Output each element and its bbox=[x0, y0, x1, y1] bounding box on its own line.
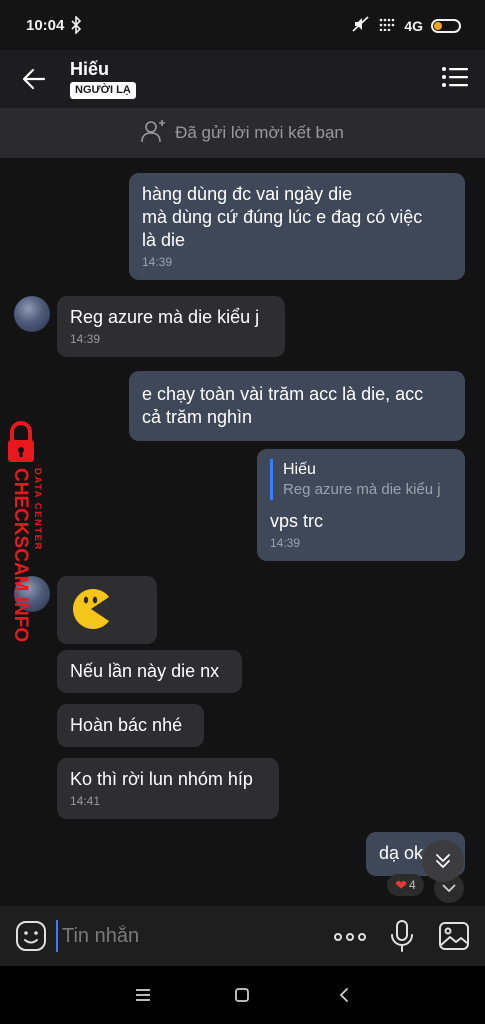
sticker-button[interactable] bbox=[14, 919, 48, 953]
message-incoming[interactable]: Ko thì rời lun nhóm híp 14:41 bbox=[57, 758, 279, 819]
reaction-count[interactable]: ❤ 4 bbox=[387, 874, 424, 896]
menu-button[interactable] bbox=[441, 66, 469, 92]
message-text: vps trc bbox=[270, 511, 324, 531]
arrow-left-icon bbox=[22, 68, 46, 90]
voice-record-button[interactable] bbox=[388, 919, 416, 953]
system-back-button[interactable] bbox=[332, 984, 356, 1006]
contact-name[interactable]: Hiếu bbox=[70, 59, 109, 80]
more-options-button[interactable] bbox=[331, 922, 369, 952]
message-text: Ko thì rời lun nhóm híp bbox=[70, 769, 253, 789]
message-text: Reg azure mà die kiểu j bbox=[70, 307, 260, 327]
message-outgoing-reply[interactable]: Hiếu Reg azure mà die kiểu j vps trc 14:… bbox=[257, 449, 465, 561]
message-text: Hoàn bác nhé bbox=[70, 715, 183, 735]
message-text: dạ ok bbox=[379, 843, 424, 863]
message-time: 14:39 bbox=[270, 536, 301, 550]
message-incoming[interactable]: Hoàn bác nhé bbox=[57, 704, 204, 747]
chevron-down-icon bbox=[442, 884, 456, 893]
image-icon bbox=[439, 922, 469, 950]
message-outgoing[interactable]: e chạy toàn vài trăm acc là die, acc cả … bbox=[129, 371, 465, 441]
message-text: hàng dùng đc vai ngày die mà dùng cứ đún… bbox=[142, 184, 423, 250]
message-time: 14:39 bbox=[70, 332, 101, 346]
add-friend-icon bbox=[141, 119, 167, 148]
pacman-sticker-icon bbox=[73, 589, 109, 629]
image-picker-button[interactable] bbox=[437, 920, 471, 952]
network-label: 4G bbox=[404, 18, 423, 34]
message-incoming[interactable]: Reg azure mà die kiểu j 14:39 bbox=[57, 296, 285, 357]
message-text: e chạy toàn vài trăm acc là die, acc cả … bbox=[142, 384, 424, 427]
chevron-left-icon bbox=[339, 988, 348, 1002]
message-sticker[interactable] bbox=[57, 576, 157, 644]
quoted-message[interactable]: Hiếu Reg azure mà die kiểu j bbox=[270, 459, 452, 500]
scroll-to-bottom-button[interactable] bbox=[422, 840, 464, 882]
quoted-text: Reg azure mà die kiểu j bbox=[283, 481, 441, 498]
message-time: 14:39 bbox=[142, 255, 173, 269]
friend-request-status: Đã gửi lời mời kết bạn bbox=[175, 123, 344, 142]
list-menu-icon bbox=[442, 67, 468, 87]
quoted-author: Hiếu bbox=[283, 461, 316, 478]
message-input[interactable] bbox=[56, 920, 316, 952]
status-bar: 10:04 4G bbox=[0, 0, 485, 50]
stranger-badge: NGƯỜI LẠ bbox=[70, 82, 136, 99]
microphone-icon bbox=[391, 920, 413, 952]
status-time: 10:04 bbox=[26, 17, 65, 34]
message-list[interactable]: hàng dùng đc vai ngày die mà dùng cứ đún… bbox=[0, 158, 485, 906]
heart-reaction-icon: ❤ bbox=[395, 876, 408, 893]
message-incoming[interactable]: Nếu lần này die nx bbox=[57, 650, 242, 693]
checkscam-watermark-logo: CHECKSCAM.INFO DATA CENTER bbox=[8, 421, 43, 642]
mute-icon bbox=[352, 15, 370, 37]
home-button[interactable] bbox=[230, 984, 254, 1006]
friend-request-banner: Đã gửi lời mời kết bạn bbox=[0, 108, 485, 158]
menu-lines-icon bbox=[136, 989, 150, 1001]
square-home-icon bbox=[235, 988, 249, 1002]
status-icons: 4G bbox=[352, 15, 461, 37]
message-time: 14:41 bbox=[70, 794, 101, 808]
double-chevron-down-icon bbox=[436, 854, 450, 869]
signal-icon bbox=[378, 17, 396, 36]
back-button[interactable] bbox=[16, 62, 52, 96]
sticker-icon bbox=[16, 921, 46, 951]
message-text: Nếu lần này die nx bbox=[70, 661, 220, 681]
chat-header: Hiếu NGƯỜI LẠ bbox=[0, 50, 485, 108]
bluetooth-icon bbox=[70, 15, 82, 39]
watermark-title: CHECKSCAM.INFO bbox=[10, 468, 31, 642]
battery-icon bbox=[431, 19, 461, 33]
composer-bar bbox=[0, 906, 485, 966]
watermark-subtitle: DATA CENTER bbox=[32, 468, 43, 551]
battery-level bbox=[434, 22, 443, 30]
reaction-number: 4 bbox=[409, 878, 416, 892]
avatar[interactable] bbox=[14, 296, 50, 332]
system-nav-bar bbox=[0, 966, 485, 1024]
message-outgoing[interactable]: hàng dùng đc vai ngày die mà dùng cứ đún… bbox=[129, 173, 465, 280]
recent-apps-button[interactable] bbox=[131, 984, 155, 1006]
more-dots-icon bbox=[334, 933, 366, 941]
